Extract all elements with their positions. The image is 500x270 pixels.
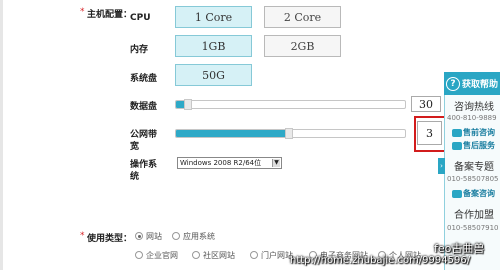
bandwidth-slider-handle[interactable] [284,128,293,139]
os-select-value: Windows 2008 R2/64位 [180,159,262,167]
filing-consult-label: 备案咨询 [463,189,495,198]
data-disk-label: 数据盘 [130,102,158,112]
data-disk-slider[interactable] [175,100,406,109]
radio-community-site[interactable] [192,251,200,259]
chevron-down-icon[interactable]: ▼ [272,159,280,167]
presale-consult-label: 售前咨询 [463,128,495,137]
radio-enterprise-site[interactable] [135,251,143,259]
chat-bubble-icon [452,189,462,198]
radio-portal-site[interactable] [250,251,258,259]
filing-consult-link[interactable]: 备案咨询 [452,188,495,199]
help-panel-title: 获取帮助 [462,80,499,90]
data-disk-slider-handle[interactable] [184,99,193,110]
cooperation-title: 合作加盟 [454,210,494,221]
system-disk-option[interactable]: 50G [175,64,252,86]
os-label-line2: 统 [130,172,140,182]
usage-required-mark: * [80,231,85,241]
help-panel-header[interactable]: ? 获取帮助 [444,72,500,95]
radio-app-system-label[interactable]: 应用系统 [183,231,215,242]
chat-bubble-icon [452,141,462,150]
required-mark: * [80,7,85,17]
radio-enterprise-site-label[interactable]: 企业官网 [146,250,178,261]
cpu-option-2-core[interactable]: 2 Core [264,6,341,28]
memory-option-2gb[interactable]: 2GB [264,35,341,57]
bandwidth-slider-fill [176,130,286,137]
data-disk-input[interactable]: 30 [411,96,441,112]
watermark-url: http://home.zhubajie.com/9994596/ [290,255,471,266]
memory-label: 内存 [130,45,149,55]
radio-portal-site-label[interactable]: 门户网站 [261,250,293,261]
highlight-box [414,116,447,152]
cooperation-number: 010-58507910 [447,224,499,232]
host-config-title: 主机配置： [87,10,133,20]
chat-bubble-icon [452,128,462,137]
bandwidth-label-line2: 宽 [130,142,140,152]
cpu-option-1-core[interactable]: 1 Core [175,6,252,28]
radio-app-system[interactable] [172,232,180,240]
hotline-title: 咨询热线 [454,102,494,113]
presale-consult-link[interactable]: 售前咨询 [452,127,495,138]
watermark-name: feo古曲兽 [434,242,485,255]
aftersale-service-link[interactable]: 售后服务 [452,140,495,151]
panel-collapse-arrow-icon[interactable]: › [438,158,445,174]
radio-website-label[interactable]: 网站 [146,231,162,242]
radio-community-site-label[interactable]: 社区网站 [203,250,235,261]
filing-number: 010-58507805 [447,175,499,183]
page-left-border [0,0,3,270]
aftersale-service-label: 售后服务 [463,141,495,150]
radio-website[interactable] [135,232,143,240]
memory-option-1gb[interactable]: 1GB [175,35,252,57]
question-icon: ? [446,76,460,91]
hotline-number: 400-810-9889 [447,114,497,122]
os-select[interactable]: Windows 2008 R2/64位 ▼ [177,157,282,169]
usage-type-label: 使用类型： [87,234,133,244]
filing-title: 备案专题 [454,162,494,173]
system-disk-label: 系统盘 [130,74,158,84]
cpu-label: CPU [130,13,151,23]
